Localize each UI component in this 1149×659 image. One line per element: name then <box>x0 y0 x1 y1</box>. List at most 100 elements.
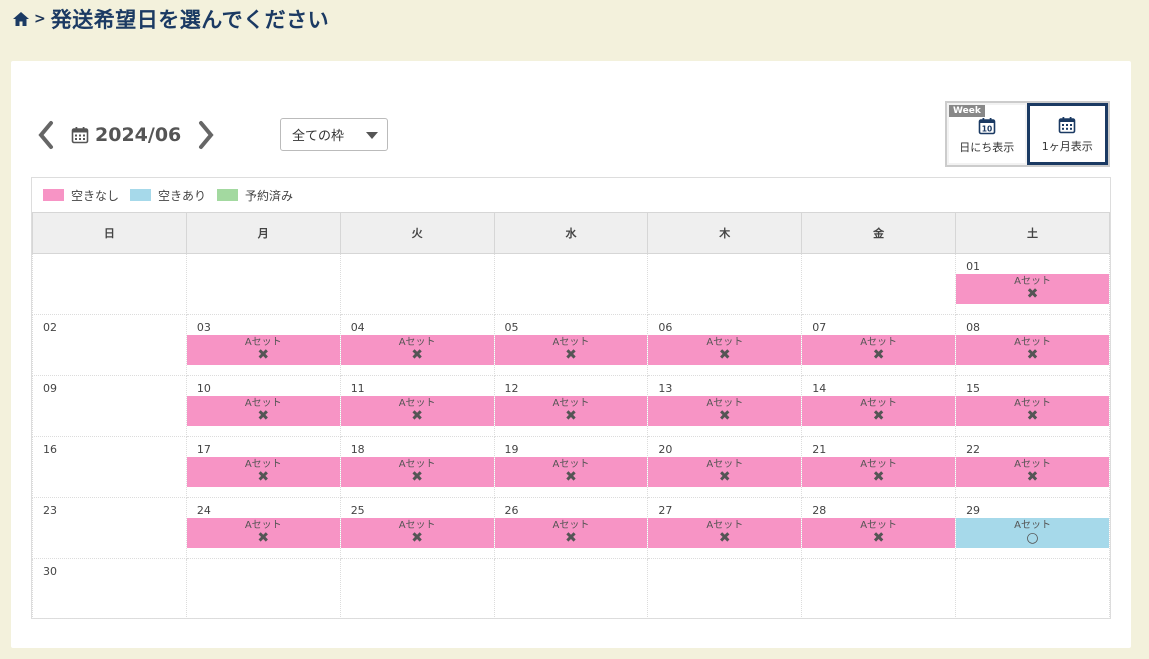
calendar-day-cell: 12 Aセット ✖ <box>493 375 649 437</box>
slot-full[interactable]: Aセット ✖ <box>186 457 340 487</box>
calendar-body: 01 Aセット ✖ 02 03 Aセット ✖ 04 Aセット ✖ 05 Aセット ✖ 06 Aセット ✖ 07 A… <box>32 253 1110 619</box>
day-number: 06 <box>658 321 673 334</box>
slot-filter-value: 全ての枠 <box>292 129 345 144</box>
slot-full[interactable]: Aセット ✖ <box>494 335 648 365</box>
calendar-day-cell: 16 <box>32 436 187 498</box>
day-number: 26 <box>504 504 519 517</box>
slot-full[interactable]: Aセット ✖ <box>340 335 494 365</box>
calendar-day-cell: 21 Aセット ✖ <box>801 436 957 498</box>
slot-full[interactable]: Aセット ✖ <box>494 518 648 548</box>
calendar-week-row: 30 <box>32 558 1110 619</box>
legend-swatch-full <box>43 189 64 201</box>
month-view-button[interactable]: 1ヶ月表示 <box>1026 103 1108 165</box>
calendar-week-row: 01 Aセット ✖ <box>32 253 1110 315</box>
calendar-day-cell: 25 Aセット ✖ <box>339 497 495 559</box>
calendar-week-row: 23 24 Aセット ✖ 25 Aセット ✖ 26 Aセット ✖ 27 Aセット ✖ 28 Aセット ✖ 29 A… <box>32 497 1110 559</box>
cross-icon: ✖ <box>718 408 731 424</box>
day-number: 08 <box>966 321 981 334</box>
calendar-day-icon-number: 10 <box>982 125 992 134</box>
day-number: 24 <box>196 504 211 517</box>
calendar-day-cell: 30 <box>32 558 187 619</box>
calendar-day-cell: 20 Aセット ✖ <box>647 436 803 498</box>
day-number: 19 <box>504 443 519 456</box>
slot-full[interactable]: Aセット ✖ <box>956 335 1109 365</box>
slot-full[interactable]: Aセット ✖ <box>956 396 1109 426</box>
calendar-icon <box>71 126 89 144</box>
calendar-day-cell: 28 Aセット ✖ <box>801 497 957 559</box>
cross-icon: ✖ <box>718 469 731 485</box>
day-number: 16 <box>43 443 57 456</box>
cross-icon: ✖ <box>257 469 270 485</box>
calendar-day-cell: 10 Aセット ✖ <box>185 375 341 437</box>
cross-icon: ✖ <box>411 530 423 546</box>
slot-full[interactable]: Aセット ✖ <box>340 396 494 426</box>
slot-full[interactable]: Aセット ✖ <box>648 518 802 548</box>
day-number: 29 <box>966 504 981 517</box>
slot-full[interactable]: Aセット ✖ <box>648 335 802 365</box>
calendar-day-cell: 19 Aセット ✖ <box>493 436 649 498</box>
calendar-day-cell: 27 Aセット ✖ <box>647 497 803 559</box>
calendar-day-cell: 24 Aセット ✖ <box>185 497 341 559</box>
day-number: 20 <box>658 443 673 456</box>
calendar-day-cell: 08 Aセット ✖ <box>955 314 1110 376</box>
slot-full[interactable]: Aセット ✖ <box>494 457 648 487</box>
calendar-day-cell: 03 Aセット ✖ <box>185 314 341 376</box>
slot-full[interactable]: Aセット ✖ <box>802 457 956 487</box>
circle-icon: ○ <box>1026 530 1039 546</box>
month-navigation: 2024/06 <box>35 117 217 153</box>
calendar-day-cell: 14 Aセット ✖ <box>801 375 957 437</box>
slot-full[interactable]: Aセット ✖ <box>802 396 956 426</box>
legend-label: 空きあり <box>158 188 207 203</box>
weekday-header: 月 <box>185 212 341 254</box>
weekday-header-row: 日 月 火 水 木 金 土 <box>32 212 1110 254</box>
slot-available[interactable]: Aセット ○ <box>956 518 1109 548</box>
prev-month-button[interactable] <box>35 120 57 150</box>
weekday-header: 日 <box>32 212 187 254</box>
cross-icon: ✖ <box>1026 408 1039 424</box>
calendar-day-cell: 29 Aセット ○ <box>955 497 1110 559</box>
day-number: 11 <box>350 382 365 395</box>
calendar-week-row: 16 17 Aセット ✖ 18 Aセット ✖ 19 Aセット ✖ 20 Aセット ✖ 21 Aセット ✖ 22 A… <box>32 436 1110 498</box>
calendar-day-cell: 09 <box>32 375 187 437</box>
week-badge: Week <box>949 105 985 117</box>
slot-full[interactable]: Aセット ✖ <box>494 396 648 426</box>
calendar-day-cell: 23 <box>32 497 187 559</box>
calendar-panel: 2024/06 全ての枠 Week 10 日にち表示 1ヶ月表示 空きなし 空き… <box>11 61 1131 648</box>
calendar-week-row: 09 10 Aセット ✖ 11 Aセット ✖ 12 Aセット ✖ 13 Aセット ✖ 14 Aセット ✖ 15 A… <box>32 375 1110 437</box>
cross-icon: ✖ <box>872 347 885 363</box>
cross-icon: ✖ <box>565 530 577 546</box>
slot-full[interactable]: Aセット ✖ <box>340 457 494 487</box>
next-month-button[interactable] <box>195 120 217 150</box>
breadcrumb: > 発送希望日を選んでください <box>12 4 329 34</box>
calendar-grid: 日 月 火 水 木 金 土 01 Aセット ✖ 02 03 Aセット ✖ 04 Aセット ✖ 05 A… <box>32 212 1110 619</box>
slot-full[interactable]: Aセット ✖ <box>340 518 494 548</box>
calendar-day-cell: 26 Aセット ✖ <box>493 497 649 559</box>
calendar-day-cell <box>493 253 649 315</box>
day-view-button[interactable]: Week 10 日にち表示 <box>949 105 1025 163</box>
cross-icon: ✖ <box>411 347 423 363</box>
slot-full[interactable]: Aセット ✖ <box>648 457 802 487</box>
day-view-label: 日にち表示 <box>959 141 1015 154</box>
weekday-header: 木 <box>647 212 803 254</box>
slot-full[interactable]: Aセット ✖ <box>186 335 340 365</box>
slot-full[interactable]: Aセット ✖ <box>186 518 340 548</box>
slot-full[interactable]: Aセット ✖ <box>186 396 340 426</box>
day-number: 03 <box>196 321 211 334</box>
slot-full[interactable]: Aセット ✖ <box>956 274 1109 304</box>
calendar-day-cell: 18 Aセット ✖ <box>339 436 495 498</box>
legend-label: 予約済み <box>245 188 294 203</box>
calendar-day-cell: 15 Aセット ✖ <box>955 375 1110 437</box>
slot-full[interactable]: Aセット ✖ <box>802 335 956 365</box>
home-icon[interactable] <box>12 10 30 28</box>
legend: 空きなし 空きあり 予約済み <box>32 178 1110 212</box>
slot-filter-select[interactable]: 全ての枠 <box>280 118 388 151</box>
slot-full[interactable]: Aセット ✖ <box>802 518 956 548</box>
calendar: 空きなし 空きあり 予約済み 日 月 火 水 木 金 土 01 Aセット ✖ 0… <box>31 177 1111 619</box>
slot-full[interactable]: Aセット ✖ <box>956 457 1109 487</box>
calendar-day-cell: 05 Aセット ✖ <box>493 314 649 376</box>
slot-full[interactable]: Aセット ✖ <box>648 396 802 426</box>
cross-icon: ✖ <box>257 347 270 363</box>
day-number: 14 <box>812 382 827 395</box>
legend-item-booked: 予約済み <box>217 187 293 204</box>
calendar-day-cell: 04 Aセット ✖ <box>339 314 495 376</box>
